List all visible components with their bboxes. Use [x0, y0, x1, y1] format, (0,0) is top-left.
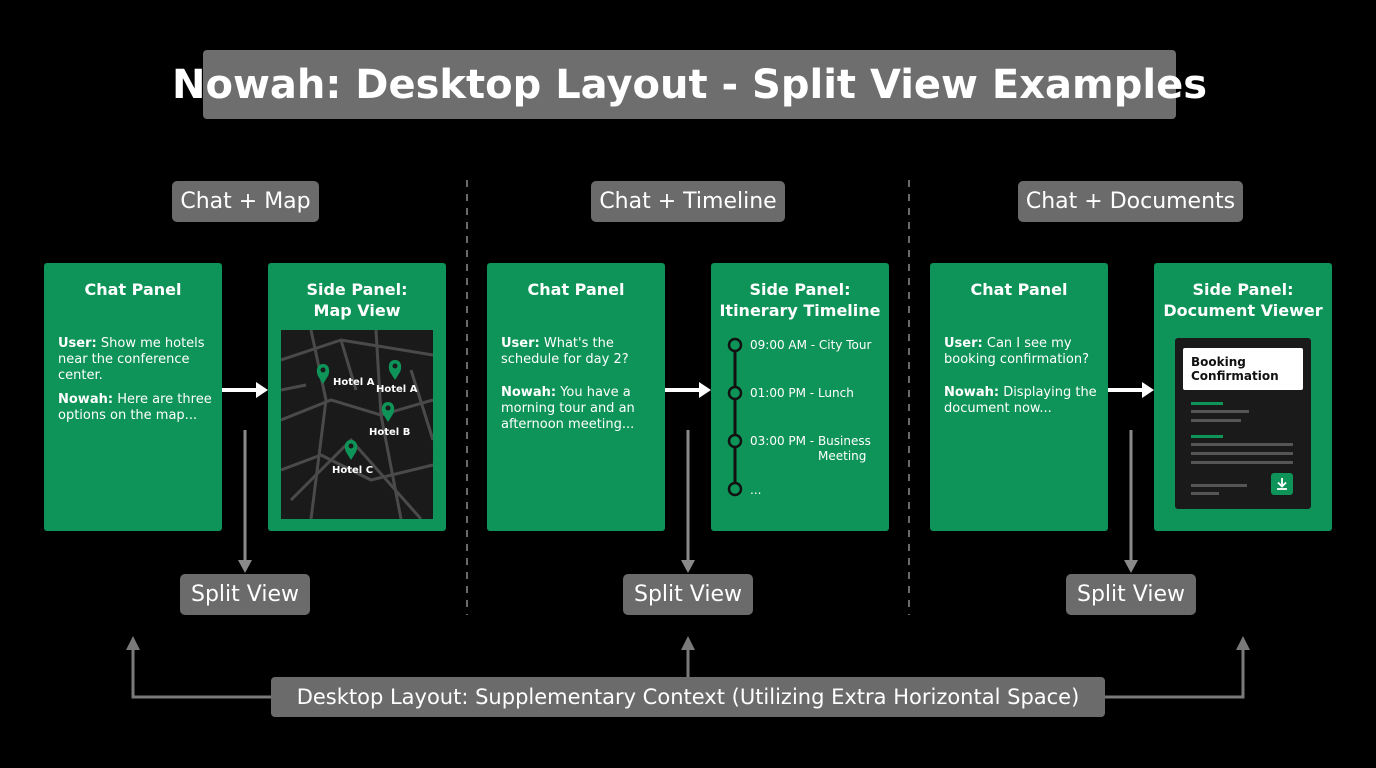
arrow-up-icon	[681, 636, 695, 677]
chat-panel-documents: Chat Panel User: Can I see my booking co…	[930, 263, 1108, 531]
arrow-down-icon	[238, 430, 252, 573]
chat-panel-title: Chat Panel	[970, 280, 1068, 299]
chat-message-user: User: Show me hotels near the conference…	[58, 336, 205, 383]
chat-message-nowah: Nowah: Here are three options on the map…	[58, 392, 212, 423]
document-viewer[interactable]: Booking Confirmation	[1175, 338, 1311, 509]
chat-message-nowah: Nowah: Displaying the document now...	[944, 385, 1097, 416]
side-panel-title: Side Panel: Document Viewer	[1163, 280, 1323, 320]
timeline-item: 09:00 AM - City Tour	[750, 338, 872, 352]
section-label-timeline: Chat + Timeline	[591, 181, 785, 222]
bottom-caption: Desktop Layout: Supplementary Context (U…	[271, 677, 1105, 717]
map-pin-icon	[388, 360, 402, 380]
chat-panel-map: Chat Panel User: Show me hotels near the…	[44, 263, 222, 531]
timeline-item: 03:00 PM - Business Meeting	[750, 434, 871, 463]
chat-message-user: User: Can I see my booking confirmation?	[944, 336, 1089, 367]
map-pin-icon	[381, 402, 395, 422]
arrow-up-icon	[1105, 636, 1250, 699]
chat-panel-timeline: Chat Panel User: What's the schedule for…	[487, 263, 665, 531]
timeline-node	[727, 481, 743, 497]
map-pin-label: Hotel A	[376, 384, 418, 395]
arrow-up-icon	[126, 636, 271, 699]
side-panel-timeline: Side Panel: Itinerary Timeline 09:00 AM …	[711, 263, 889, 531]
map-pin-label: Hotel A	[333, 377, 375, 388]
side-panel-map: Side Panel: Map View Hotel A Hotel A Hot…	[268, 263, 446, 531]
timeline-node	[727, 385, 743, 401]
split-view-label-2: Split View	[623, 574, 753, 615]
arrow-right-icon	[1108, 382, 1154, 398]
timeline-node	[727, 433, 743, 449]
map-pin-label: Hotel C	[332, 465, 373, 476]
split-view-label-1: Split View	[180, 574, 310, 615]
section-label-map: Chat + Map	[172, 181, 319, 222]
arrow-down-icon	[681, 430, 695, 573]
section-label-documents: Chat + Documents	[1018, 181, 1243, 222]
chat-message-nowah: Nowah: You have a morning tour and an af…	[501, 385, 635, 432]
map-pin-icon	[344, 440, 358, 460]
timeline-node	[727, 337, 743, 353]
side-panel-title: Side Panel: Map View	[306, 280, 408, 320]
chat-panel-title: Chat Panel	[527, 280, 625, 299]
arrow-down-icon	[1124, 430, 1138, 573]
arrow-right-icon	[665, 382, 711, 398]
chat-panel-title: Chat Panel	[84, 280, 182, 299]
map-pin-icon	[316, 364, 330, 384]
arrow-right-icon	[222, 382, 268, 398]
map-pin-label: Hotel B	[369, 427, 410, 438]
map-streets	[281, 330, 433, 519]
split-view-label-3: Split View	[1066, 574, 1196, 615]
map-view[interactable]: Hotel A Hotel A Hotel B Hotel C	[281, 330, 433, 519]
chat-message-user: User: What's the schedule for day 2?	[501, 336, 629, 367]
timeline-item: 01:00 PM - Lunch	[750, 386, 854, 400]
side-panel-documents: Side Panel: Document Viewer Booking Conf…	[1154, 263, 1332, 531]
download-button[interactable]	[1271, 473, 1293, 495]
download-icon	[1277, 478, 1287, 490]
timeline-item: ...	[750, 483, 762, 497]
